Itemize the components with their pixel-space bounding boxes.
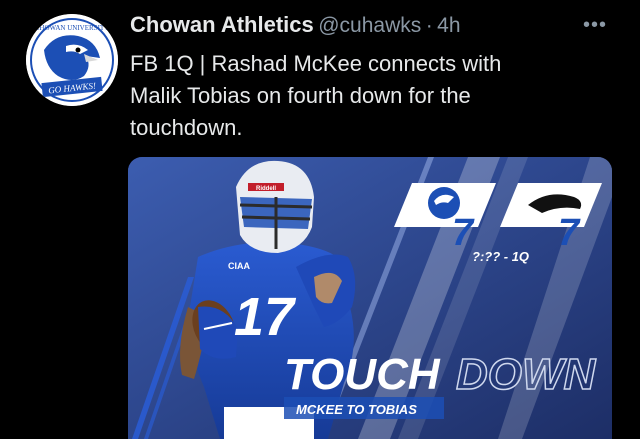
home-score: 7 — [452, 212, 475, 254]
tweet-text-line: FB 1Q | Rashad McKee connects with — [130, 51, 502, 76]
tweet-text: FB 1Q | Rashad McKee connects with Malik… — [130, 48, 600, 144]
author-handle[interactable]: @cuhawks — [318, 14, 421, 37]
headline-solid: TOUCH — [284, 350, 441, 399]
tweet-text-line: touchdown. — [130, 115, 243, 140]
headline-outline: DOWN — [456, 350, 597, 399]
avatar-top-text: CHOWAN UNIVERSITY — [35, 24, 109, 32]
tweet-media-graphic[interactable]: Riddell CIAA 17 7 7 ?:?? - 1Q TOUCH DOWN… — [128, 157, 612, 439]
separator-dot: · — [425, 14, 433, 37]
tweet-text-line: Malik Tobias on fourth down for the — [130, 83, 471, 108]
tweet-header: Chowan Athletics @cuhawks · 4h — [130, 12, 600, 42]
more-options-icon[interactable]: ••• — [583, 14, 607, 37]
away-score: 7 — [558, 212, 581, 254]
chest-text: CIAA — [228, 261, 250, 271]
tweet-time[interactable]: 4h — [437, 14, 460, 37]
helmet-brand-text: Riddell — [256, 186, 276, 192]
game-clock: ?:?? - 1Q — [472, 249, 529, 264]
profile-avatar[interactable]: CHOWAN UNIVERSITY GO HAWKS! — [26, 14, 118, 106]
caption-text: MCKEE TO TOBIAS — [296, 402, 417, 417]
author-name[interactable]: Chowan Athletics — [130, 12, 314, 37]
jersey-number: 17 — [234, 287, 297, 347]
